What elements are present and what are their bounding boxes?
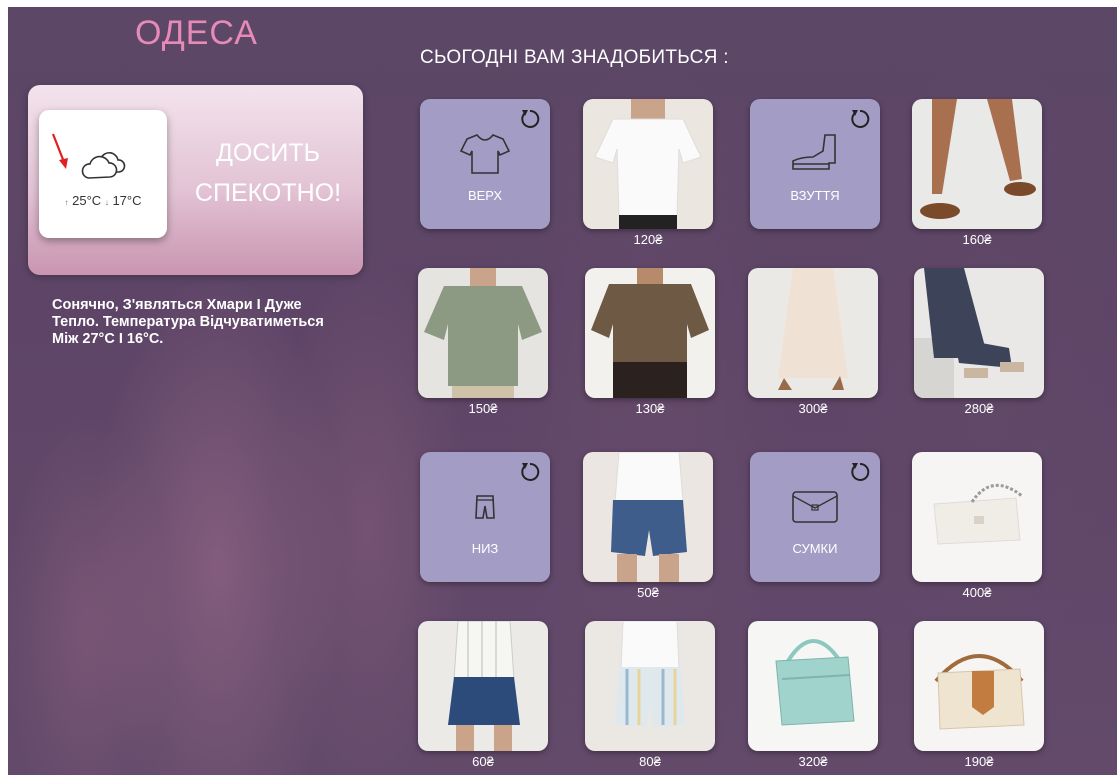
category-tile-bottom[interactable]: НИЗ [420,452,550,582]
weather-tile: ↑ 25°C ↓ 17°C [39,110,167,238]
headline-line-2: СПЕКОТНО! [194,179,342,207]
section-title: СЬОГОДНІ ВАМ ЗНАДОБИТЬСЯ : [420,47,729,68]
product-price: 150₴ [468,401,498,416]
category-tile-bags[interactable]: СУМКИ [750,452,880,582]
cloud-icon [81,152,126,179]
refresh-icon[interactable] [518,460,542,484]
product-item[interactable]: 280₴ [914,268,1044,416]
product-price: 50₴ [637,585,659,600]
temp-low: 17°C [112,193,142,208]
product-price: 320₴ [798,754,828,769]
product-photo[interactable] [912,452,1042,582]
refresh-icon[interactable] [518,107,542,131]
headline-line-1: ДОСИТЬ [215,139,321,167]
product-photo[interactable] [748,621,878,751]
product-price: 300₴ [798,401,828,416]
product-item[interactable]: 400₴ [912,452,1042,600]
product-item[interactable]: 60₴ [418,621,548,769]
product-photo[interactable] [748,268,878,398]
red-arrow-icon [51,133,68,169]
product-item[interactable]: 190₴ [914,621,1044,769]
category-tile-shoes[interactable]: ВЗУТТЯ [750,99,880,229]
bag-icon [792,491,838,523]
product-item[interactable]: 50₴ [583,452,713,600]
product-photo[interactable] [418,621,548,751]
product-item[interactable]: 160₴ [912,99,1042,247]
product-price: 60₴ [472,754,494,769]
product-price: 130₴ [635,401,665,416]
product-item[interactable]: 120₴ [583,99,713,247]
product-price: 400₴ [962,585,992,600]
product-photo[interactable] [583,99,713,229]
product-price: 190₴ [964,754,994,769]
category-label: СУМКИ [792,541,838,556]
product-photo[interactable] [583,452,713,582]
product-price: 280₴ [964,401,994,416]
tshirt-icon [459,134,511,174]
product-photo[interactable] [914,268,1044,398]
boot-icon [792,134,836,170]
refresh-icon[interactable] [848,460,872,484]
arrow-up-icon: ↑ [64,198,69,207]
product-photo[interactable] [585,268,715,398]
category-tile-top[interactable]: ВЕРХ [420,99,550,229]
temperature-range: ↑ 25°C ↓ 17°C [39,193,167,208]
product-item[interactable]: 150₴ [418,268,548,416]
category-label: НИЗ [471,541,499,556]
product-price: 80₴ [639,754,661,769]
weather-headline: ДОСИТЬ СПЕКОТНО! [178,133,358,213]
product-photo[interactable] [418,268,548,398]
product-price: 160₴ [962,232,992,247]
temp-high: 25°C [72,193,102,208]
arrow-down-icon: ↓ [104,198,109,207]
category-label: ВЕРХ [467,188,503,203]
product-item[interactable]: 300₴ [748,268,878,416]
weather-description: Сонячно, З'являться Хмари І Дуже Тепло. … [52,297,324,347]
category-label: ВЗУТТЯ [790,188,840,203]
product-item[interactable]: 320₴ [748,621,878,769]
weather-card: ↑ 25°C ↓ 17°C ДОСИТЬ СПЕКОТНО! [28,85,363,275]
product-price: 120₴ [633,232,663,247]
city-name: ОДЕСА [135,14,258,52]
product-photo[interactable] [914,621,1044,751]
product-photo[interactable] [912,99,1042,229]
product-item[interactable]: 80₴ [585,621,715,769]
product-photo[interactable] [585,621,715,751]
refresh-icon[interactable] [848,107,872,131]
shorts-icon [475,495,495,519]
product-item[interactable]: 130₴ [585,268,715,416]
